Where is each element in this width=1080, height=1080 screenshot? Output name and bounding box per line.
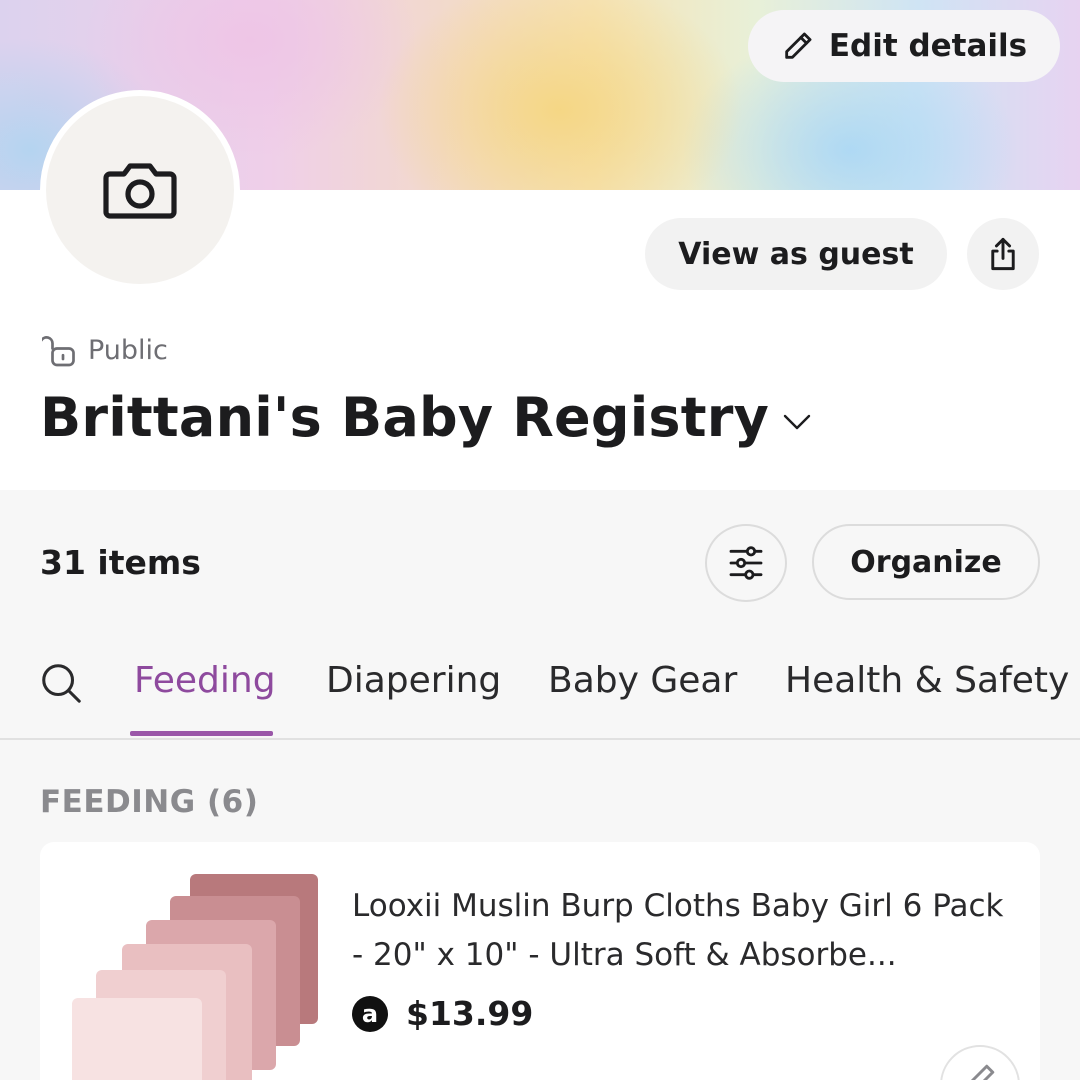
product-name[interactable]: Looxii Muslin Burp Cloths Baby Girl 6 Pa… [352, 882, 1022, 980]
pencil-icon [970, 1064, 995, 1080]
edit-item-button[interactable] [940, 1045, 1020, 1080]
tab-diapering[interactable]: Diapering [326, 660, 501, 701]
pencil-icon [785, 32, 812, 59]
tab-feeding[interactable]: Feeding [134, 660, 276, 701]
chevron-down-icon [783, 414, 811, 429]
organize-label: Organize [850, 544, 1002, 580]
edit-details-button[interactable]: Edit details [748, 10, 1060, 82]
edit-details-label: Edit details [828, 28, 1028, 64]
registry-item-card[interactable]: Looxii Muslin Burp Cloths Baby Girl 6 Pa… [40, 842, 1040, 1080]
view-as-guest-button[interactable]: View as guest [645, 218, 947, 290]
active-tab-indicator [130, 731, 273, 736]
visibility-label: Public [88, 334, 168, 366]
section-header-feeding: FEEDING (6) [40, 784, 259, 820]
category-tabs: Feeding Diapering Baby Gear Health & Saf… [0, 640, 1080, 740]
product-price: $13.99 [406, 994, 534, 1033]
registry-title: Brittani's Baby Registry [40, 386, 770, 449]
visibility-status[interactable]: Public [42, 332, 168, 368]
share-button[interactable] [967, 218, 1039, 290]
registry-photo-button[interactable] [40, 90, 240, 290]
share-icon [991, 237, 1015, 271]
search-button[interactable] [38, 660, 84, 710]
organize-button[interactable]: Organize [812, 524, 1040, 600]
price-row: a $13.99 [352, 994, 533, 1033]
amazon-logo: a [352, 995, 388, 1032]
product-image [72, 874, 318, 1080]
registry-title-selector[interactable]: Brittani's Baby Registry [40, 386, 813, 449]
camera-icon [103, 163, 177, 219]
view-as-guest-label: View as guest [678, 236, 914, 272]
tab-health-safety[interactable]: Health & Safety [785, 660, 1069, 701]
unlock-icon [42, 336, 75, 367]
item-count: 31 items [40, 543, 201, 582]
search-icon [42, 664, 81, 703]
tab-baby-gear[interactable]: Baby Gear [548, 660, 737, 701]
filter-button[interactable] [705, 524, 787, 602]
sliders-icon [729, 546, 763, 580]
